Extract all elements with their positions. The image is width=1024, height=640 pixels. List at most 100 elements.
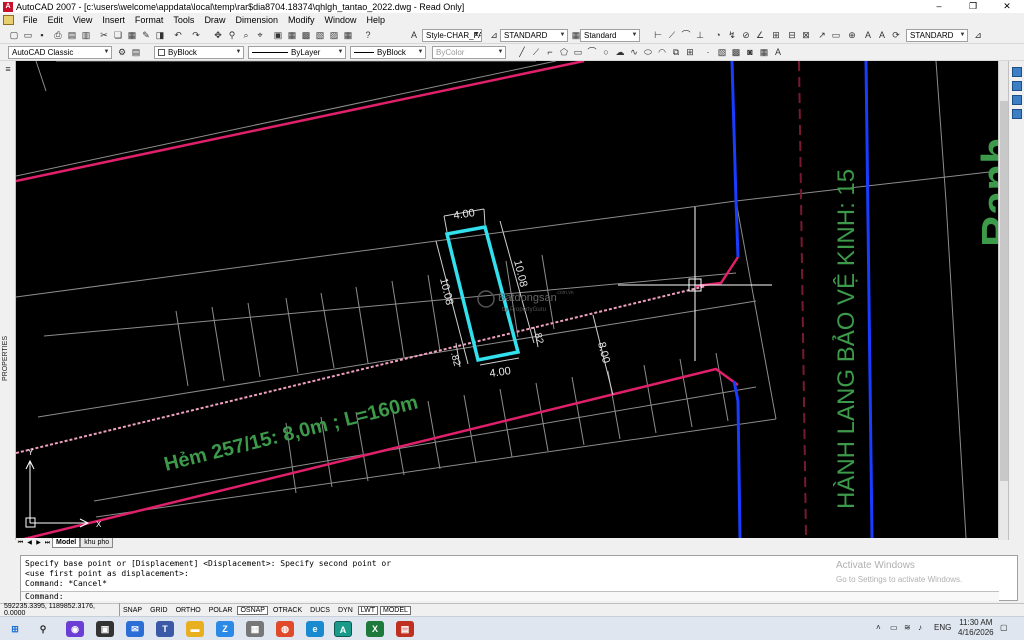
drawing-canvas[interactable]: 4.00 4.00 10.08 10.08 .82 .82 8.00 Batdo… [16,61,998,538]
autocad-app-icon[interactable]: A [3,1,13,12]
minimize-button[interactable]: – [922,0,956,13]
command-input[interactable]: Command: [21,591,999,601]
plot-preview-icon[interactable]: ▤ [66,29,78,41]
angular-icon[interactable]: ∠ [754,29,766,41]
ellipse-icon[interactable]: ⬭ [642,46,654,58]
continue-icon[interactable]: ⊠ [800,29,812,41]
scrollbar-thumb[interactable] [1000,101,1008,481]
zoom-extents-icon[interactable] [1012,81,1022,91]
workspace-select[interactable]: AutoCAD Classic ▼ [8,46,112,59]
status-toggle-model[interactable]: MODEL [380,605,411,615]
status-toggle-grid[interactable]: GRID [147,606,171,615]
center-mark-icon[interactable]: ⊕ [846,29,858,41]
menu-draw[interactable]: Draw [199,13,230,27]
open-file-icon[interactable]: ▭ [22,29,34,41]
insert-block-icon[interactable]: ⧉ [670,46,682,58]
status-toggle-ortho[interactable]: ORTHO [173,606,204,615]
menu-format[interactable]: Format [130,13,169,27]
close-button[interactable]: ✕ [990,0,1024,13]
diameter-icon[interactable]: ⊘ [740,29,752,41]
polyline-icon[interactable]: ⌐ [544,46,556,58]
status-toggle-osnap[interactable]: OSNAP [237,605,268,615]
document-icon[interactable] [3,15,14,25]
system-clock[interactable]: 11:30 AM 4/16/2026 [958,618,994,638]
pan-realtime-icon[interactable] [1012,67,1022,77]
next-tab-icon[interactable]: ▶ [34,539,43,548]
status-toggle-dyn[interactable]: DYN [335,606,356,615]
menu-view[interactable]: View [68,13,97,27]
baseline-icon[interactable]: ⊟ [786,29,798,41]
menu-file[interactable]: File [18,13,43,27]
tab-khu-pho[interactable]: khu pho [80,538,114,548]
teams-icon[interactable]: T [156,621,174,637]
paste-icon[interactable]: ▦ [126,29,138,41]
design-center-icon[interactable]: ▦ [286,29,298,41]
menu-help[interactable]: Help [362,13,391,27]
menu-dimension[interactable]: Dimension [230,13,283,27]
workspace-settings-icon[interactable]: ⚙ [116,46,128,58]
zoom-app-icon[interactable]: Z [216,621,234,637]
file-explorer-icon[interactable]: ▬ [186,621,204,637]
arc-length-icon[interactable]: ⌒ [680,29,692,41]
match-properties-icon[interactable]: ✎ [140,29,152,41]
qleader-icon[interactable]: ↗ [816,29,828,41]
quickcalc-icon[interactable]: ▦ [342,29,354,41]
zoom-window-icon[interactable]: ⌕ [240,29,252,41]
circle-icon[interactable]: ○ [600,46,612,58]
notifications-icon[interactable]: ▢ [1000,623,1008,632]
properties-palette-strip[interactable]: ≡ PROPERTIES [0,61,16,540]
rectangle-icon[interactable]: ▭ [572,46,584,58]
language-indicator[interactable]: ENG [934,623,951,632]
ellipse-arc-icon[interactable]: ◠ [656,46,668,58]
tab-model[interactable]: Model [52,538,81,548]
layer-manager-icon[interactable]: ▤ [130,46,142,58]
coordinate-readout[interactable]: 592235.3395, 1189852.3176, 0.0000 [0,603,120,617]
multileader-style-select[interactable]: STANDARD ▼ [906,29,968,42]
menu-window[interactable]: Window [320,13,362,27]
dim-update-icon[interactable]: ⟳ [890,29,902,41]
line-icon[interactable]: ╱ [516,46,528,58]
status-toggle-polar[interactable]: POLAR [206,606,236,615]
table-icon[interactable]: ▦ [758,46,770,58]
linetype-select[interactable]: ByLayer ▼ [248,46,346,59]
lineweight-select[interactable]: ByBlock ▼ [350,46,426,59]
status-toggle-otrack[interactable]: OTRACK [270,606,305,615]
volume-icon[interactable]: ♪ [918,623,922,632]
menu-insert[interactable]: Insert [97,13,130,27]
region-icon[interactable]: ◙ [744,46,756,58]
gradient-icon[interactable]: ▩ [730,46,742,58]
block-editor-icon[interactable]: ◨ [154,29,166,41]
linear-dim-icon[interactable]: ⊢ [652,29,664,41]
start-icon[interactable]: ⊞ [6,621,24,637]
outlook-icon[interactable]: ✉ [126,621,144,637]
new-file-icon[interactable]: ▢ [8,29,20,41]
search-icon[interactable]: ⚲ [34,621,52,637]
zoom-realtime-icon[interactable]: ⚲ [226,29,238,41]
pan-icon[interactable]: ✥ [212,29,224,41]
spline-icon[interactable]: ∿ [628,46,640,58]
redo-icon[interactable]: ↷ [190,29,202,41]
construction-line-icon[interactable]: ⟋ [530,46,542,58]
autocad-taskbar-icon[interactable]: A [334,621,352,637]
quick-dim-icon[interactable]: ⊞ [770,29,782,41]
restore-button[interactable]: ❐ [956,0,990,13]
status-toggle-lwt[interactable]: LWT [357,605,379,615]
copy-icon[interactable]: ❏ [112,29,124,41]
markup-icon[interactable]: ▨ [328,29,340,41]
save-icon[interactable]: ▪ [36,29,48,41]
mtext-icon[interactable]: A [772,46,784,58]
table-style-select[interactable]: Standard ▼ [580,29,640,42]
make-block-icon[interactable]: ⊞ [684,46,696,58]
plot-icon[interactable]: ⎙ [52,29,64,41]
menu-tools[interactable]: Tools [168,13,199,27]
hatch-icon[interactable]: ▧ [716,46,728,58]
properties-icon[interactable]: ▣ [272,29,284,41]
dim-override-icon[interactable]: ⊿ [972,29,984,41]
chrome-icon[interactable]: ◍ [276,621,294,637]
layer-select[interactable]: ByBlock ▼ [154,46,244,59]
jogged-icon[interactable]: ↯ [726,29,738,41]
tool-palettes-icon[interactable]: ▩ [300,29,312,41]
aligned-dim-icon[interactable]: ⟋ [666,29,678,41]
status-toggle-ducs[interactable]: DUCS [307,606,333,615]
wifi-icon[interactable]: ≋ [904,623,911,632]
